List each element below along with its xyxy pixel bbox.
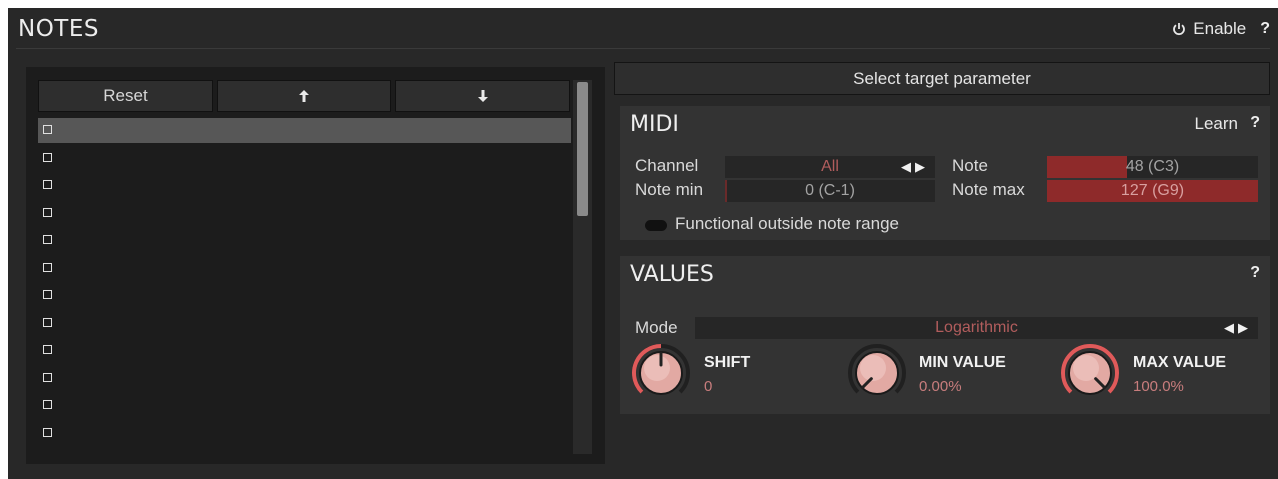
list-item[interactable]: [38, 146, 571, 174]
row-checkbox[interactable]: [43, 345, 52, 354]
channel-label: Channel: [635, 156, 699, 175]
page-title: NOTES: [18, 16, 99, 42]
list-scrollbar[interactable]: [573, 80, 592, 454]
midi-help-button[interactable]: ?: [1250, 114, 1260, 132]
row-checkbox[interactable]: [43, 427, 52, 437]
values-panel: VALUES ? Mode Logarithmic ◀▶ SHIFT 0 MIN…: [620, 256, 1270, 414]
note-slider[interactable]: 48 (C3): [1047, 156, 1258, 178]
midi-panel: MIDI Learn ? Channel All ◀▶ Note 48 (C3)…: [620, 106, 1270, 240]
learn-button[interactable]: Learn: [1195, 114, 1238, 134]
mode-arrows-icon[interactable]: ◀▶: [1224, 320, 1252, 336]
list-item[interactable]: [38, 256, 571, 284]
functional-toggle[interactable]: [645, 220, 667, 231]
notes-window: NOTES Enable ? Reset Select target param…: [8, 8, 1278, 479]
header-controls: Enable ?: [1171, 19, 1270, 39]
row-checkbox[interactable]: [43, 317, 52, 327]
reset-button[interactable]: Reset: [38, 80, 213, 112]
row-checkbox[interactable]: [43, 372, 52, 382]
row-checkbox[interactable]: [43, 235, 52, 244]
max-value-knob[interactable]: [1059, 342, 1121, 404]
mode-value: Logarithmic: [935, 319, 1018, 336]
min-value-label: MIN VALUE: [919, 354, 1006, 371]
max-value-label: MAX VALUE: [1133, 354, 1227, 371]
note-max-slider[interactable]: 127 (G9): [1047, 180, 1258, 202]
mode-label: Mode: [635, 318, 678, 337]
reset-label: Reset: [103, 86, 148, 105]
list-item[interactable]: [38, 421, 571, 449]
notes-list-panel: Reset: [26, 67, 605, 464]
max-value-value: 100.0%: [1133, 378, 1184, 395]
note-max-value: 127 (G9): [1120, 182, 1185, 199]
note-label: Note: [952, 156, 988, 175]
channel-selector[interactable]: All ◀▶: [725, 156, 935, 178]
arrow-down-icon: [477, 90, 488, 102]
min-value-value: 0.00%: [919, 378, 962, 395]
enable-button[interactable]: Enable: [1193, 19, 1246, 39]
channel-value: All: [821, 158, 839, 175]
shift-knob[interactable]: [630, 342, 692, 404]
note-min-slider[interactable]: 0 (C-1): [725, 180, 935, 202]
row-checkbox[interactable]: [43, 207, 52, 217]
list-item[interactable]: [38, 393, 571, 421]
note-fill: [1047, 156, 1127, 178]
list-item[interactable]: [38, 283, 571, 311]
values-help-button[interactable]: ?: [1250, 264, 1260, 282]
list-item[interactable]: [38, 366, 571, 394]
note-min-fill: [725, 180, 727, 202]
midi-title: MIDI: [630, 112, 679, 137]
note-max-label: Note max: [952, 180, 1025, 199]
row-checkbox[interactable]: [43, 262, 52, 272]
power-icon[interactable]: [1171, 21, 1187, 37]
row-checkbox[interactable]: [43, 290, 52, 299]
row-checkbox[interactable]: [43, 400, 52, 409]
list-item[interactable]: [38, 173, 571, 201]
list-item[interactable]: [38, 338, 571, 366]
note-min-value: 0 (C-1): [805, 182, 855, 199]
header-divider: [16, 48, 1270, 49]
list-item[interactable]: [38, 201, 571, 229]
list-item[interactable]: [38, 311, 571, 339]
note-min-label: Note min: [635, 180, 704, 199]
select-target-button[interactable]: Select target parameter: [614, 62, 1270, 95]
shift-label: SHIFT: [704, 354, 751, 371]
help-button[interactable]: ?: [1260, 20, 1270, 38]
row-checkbox[interactable]: [43, 180, 52, 189]
row-checkbox[interactable]: [43, 152, 52, 162]
move-down-button[interactable]: [395, 80, 570, 112]
values-title: VALUES: [630, 262, 714, 287]
scrollbar-thumb[interactable]: [577, 82, 588, 216]
list-item[interactable]: [38, 228, 571, 256]
notes-list: [38, 118, 571, 448]
arrow-up-icon: [299, 90, 309, 102]
min-value-knob[interactable]: [846, 342, 908, 404]
mode-selector[interactable]: Logarithmic ◀▶: [695, 317, 1258, 339]
functional-label: Functional outside note range: [675, 214, 899, 233]
shift-value: 0: [704, 378, 713, 395]
move-up-button[interactable]: [217, 80, 391, 112]
channel-arrows-icon[interactable]: ◀▶: [901, 159, 929, 175]
note-value: 48 (C3): [1125, 158, 1180, 175]
row-checkbox[interactable]: [43, 125, 52, 134]
list-item[interactable]: [38, 118, 571, 143]
